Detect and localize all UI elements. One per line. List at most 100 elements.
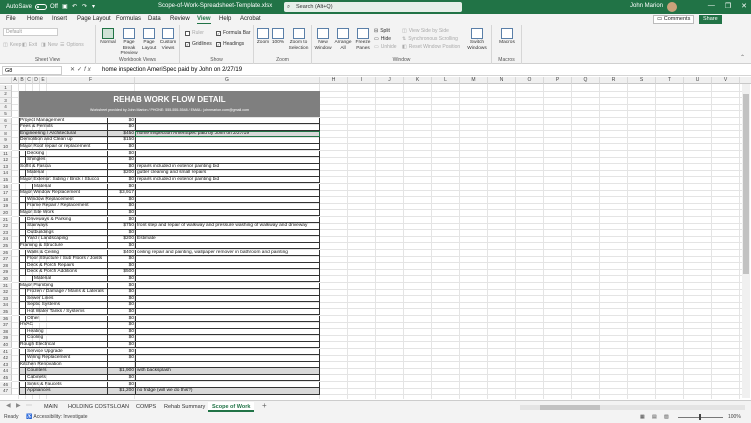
row-header[interactable]: 20: [0, 209, 12, 217]
row-header[interactable]: 19: [0, 203, 12, 210]
row-header[interactable]: 43: [0, 361, 12, 369]
new-window-button[interactable]: New Window: [314, 28, 332, 51]
row-header[interactable]: 29: [0, 269, 12, 276]
row-label[interactable]: Cabinets: [27, 375, 105, 382]
customize-qat-icon[interactable]: ▾: [92, 4, 98, 10]
row-note[interactable]: repairs included in exterior painting bi…: [137, 177, 319, 184]
row-note[interactable]: with backsplash: [137, 368, 319, 375]
row-label[interactable]: Deck & Porch Additions: [27, 269, 105, 276]
row-amount[interactable]: $0: [107, 309, 134, 316]
row-label[interactable]: Outbuildings: [27, 230, 105, 237]
row-amount[interactable]: $0: [107, 256, 134, 263]
row-header[interactable]: 46: [0, 381, 12, 389]
row-amount[interactable]: $750: [107, 223, 134, 230]
row-header[interactable]: 38: [0, 328, 12, 336]
row-label[interactable]: Deck & Porch Repairs: [27, 263, 105, 270]
row-amount[interactable]: $0: [107, 322, 134, 329]
row-amount[interactable]: $200: [107, 236, 134, 243]
next-sheet-icon[interactable]: ▶: [16, 402, 21, 409]
column-header-f[interactable]: F: [47, 77, 135, 84]
undo-icon[interactable]: ↶: [72, 4, 78, 10]
row-header[interactable]: 16: [0, 183, 12, 191]
row-header[interactable]: 45: [0, 374, 12, 382]
row-amount[interactable]: $0: [107, 217, 134, 224]
row-header[interactable]: 2: [0, 91, 12, 98]
search-box[interactable]: ⌕ Search (Alt+Q): [284, 2, 462, 12]
row-label[interactable]: Sewer Lines: [27, 296, 105, 303]
maximize-button[interactable]: ❐: [725, 2, 731, 10]
row-amount[interactable]: $0: [107, 375, 134, 382]
row-label[interactable]: Heating: [27, 329, 105, 336]
column-header-i[interactable]: I: [348, 77, 376, 84]
row-amount[interactable]: $0: [107, 177, 134, 184]
tab-help[interactable]: Help: [219, 16, 231, 22]
column-header-b[interactable]: B: [19, 77, 26, 84]
sheet-tab-scope-of-work[interactable]: Scope of Work: [208, 402, 255, 412]
row-header[interactable]: 39: [0, 335, 12, 342]
page-layout-status-icon[interactable]: ▤: [652, 414, 657, 420]
row-header[interactable]: 17: [0, 190, 12, 197]
comments-button[interactable]: ▭ Comments: [653, 15, 695, 24]
column-header-s[interactable]: S: [628, 77, 656, 84]
accessibility-status[interactable]: ♿ Accessibility: Investigate: [26, 414, 88, 420]
row-header[interactable]: 26: [0, 249, 12, 257]
sheet-tab-loan[interactable]: LOAN: [110, 402, 133, 412]
row-amount[interactable]: $0: [107, 210, 134, 217]
custom-views-button[interactable]: Custom Views: [158, 28, 178, 51]
row-label[interactable]: Engineering / Architectural: [20, 131, 105, 138]
row-label[interactable]: Other: [27, 316, 105, 323]
row-amount[interactable]: $0: [107, 355, 134, 362]
row-amount[interactable]: $1,900: [107, 368, 134, 375]
row-amount[interactable]: $0: [107, 263, 134, 270]
row-label[interactable]: Major Window Replacement: [20, 190, 105, 197]
row-header[interactable]: 1: [0, 84, 12, 92]
row-amount[interactable]: $0: [107, 197, 134, 204]
row-amount[interactable]: $0: [107, 329, 134, 336]
row-label[interactable]: Kitchen Renovation: [20, 362, 105, 369]
row-header[interactable]: 22: [0, 223, 12, 230]
arrange-all-button[interactable]: Arrange All: [334, 28, 352, 51]
row-amount[interactable]: $0: [107, 124, 134, 131]
row-header[interactable]: 13: [0, 163, 12, 171]
row-amount[interactable]: $0: [107, 144, 134, 151]
row-header[interactable]: 44: [0, 368, 12, 375]
row-label[interactable]: Fees & Permits: [20, 124, 105, 131]
share-button[interactable]: Share: [699, 15, 722, 24]
page-break-status-icon[interactable]: ▧: [664, 414, 669, 420]
row-header[interactable]: 12: [0, 157, 12, 164]
unhide-button[interactable]: ▭ Unhide: [374, 44, 397, 50]
row-header[interactable]: 10: [0, 143, 12, 151]
redo-icon[interactable]: ↷: [82, 4, 88, 10]
row-label[interactable]: Project Management: [20, 118, 105, 125]
worksheet-grid[interactable]: ABCDEFGHIJKLMNOPQRSTUVWXY123456Project M…: [0, 77, 751, 399]
headings-checkbox[interactable]: ✓ Headings: [216, 41, 244, 47]
column-header-h[interactable]: H: [320, 77, 348, 84]
row-header[interactable]: 5: [0, 110, 12, 118]
zoom-level[interactable]: 100%: [728, 414, 741, 420]
horizontal-scroll-thumb[interactable]: [540, 405, 600, 410]
row-amount[interactable]: $0: [107, 302, 134, 309]
row-note[interactable]: front step and repair of walkway and pre…: [137, 223, 319, 230]
sheet-view-dropdown[interactable]: Default: [3, 28, 58, 36]
column-header-c[interactable]: C: [26, 77, 33, 84]
column-header-j[interactable]: J: [376, 77, 404, 84]
row-amount[interactable]: $500: [107, 269, 134, 276]
formula-input[interactable]: home inspection AmeriSpec paid by John o…: [102, 66, 242, 75]
sheet-tab-main[interactable]: MAIN: [40, 402, 62, 412]
zoom-button[interactable]: Zoom: [256, 28, 270, 46]
sheet-tab-rehab-summary[interactable]: Rehab Summary: [160, 402, 209, 412]
row-header[interactable]: 3: [0, 97, 12, 105]
user-name[interactable]: John Marion: [630, 3, 663, 9]
row-label[interactable]: Cooling: [27, 335, 105, 342]
row-label[interactable]: Walls & Ceiling: [27, 250, 105, 257]
row-amount[interactable]: $0: [107, 151, 134, 158]
tab-data[interactable]: Data: [148, 16, 161, 22]
collapse-ribbon-icon[interactable]: ⌃: [740, 54, 745, 61]
row-header[interactable]: 23: [0, 229, 12, 237]
row-header[interactable]: 21: [0, 216, 12, 224]
row-label[interactable]: Soffit & Fascia: [20, 164, 105, 171]
name-box[interactable]: G8: [2, 66, 62, 75]
tab-page-layout[interactable]: Page Layout: [77, 16, 111, 22]
column-header-u[interactable]: U: [684, 77, 712, 84]
row-label[interactable]: Counters: [27, 368, 105, 375]
